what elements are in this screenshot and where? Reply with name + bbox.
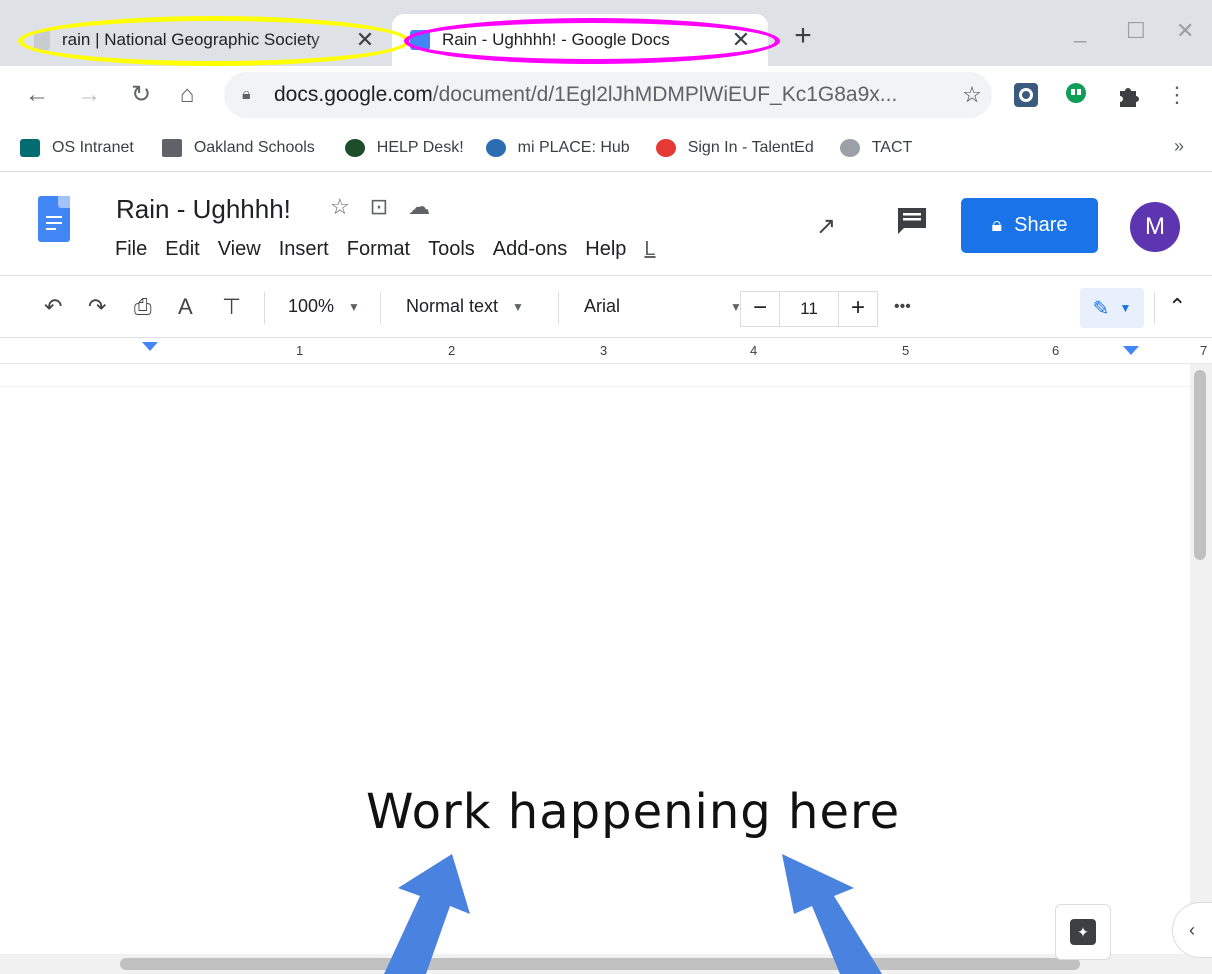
arrow-up-right-icon — [782, 854, 882, 974]
cloud-saved-icon[interactable]: ☁︎ — [408, 194, 430, 220]
explore-icon: ✦ — [1070, 919, 1096, 945]
docs-header: Rain - Ughhhh! ☆ ⊡ ☁︎ File Edit View Ins… — [0, 172, 1212, 276]
arrow-up-left-icon — [384, 854, 470, 974]
ruler-number: 6 — [1052, 343, 1060, 358]
bookmark-oakland-schools[interactable]: Oakland Schools — [161, 138, 315, 157]
horizontal-scrollbar[interactable] — [0, 954, 1190, 974]
extension-screencast-icon[interactable] — [1012, 81, 1040, 109]
forward-icon[interactable]: → — [72, 78, 106, 112]
tab-title: rain | National Geographic Society — [62, 30, 320, 49]
miplace-icon — [485, 138, 506, 157]
bookmark-star-icon[interactable]: ☆ — [952, 82, 992, 108]
ruler-number: 1 — [296, 343, 304, 358]
folder-icon — [161, 138, 182, 157]
spellcheck-icon[interactable]: A — [178, 294, 193, 320]
natgeo-favicon-icon — [34, 30, 50, 50]
redo-icon[interactable]: ↷ — [88, 294, 106, 320]
bookmark-mi-place-hub[interactable]: mi PLACE: Hub — [485, 138, 630, 157]
ruler-number: 3 — [600, 343, 608, 358]
zoom-select[interactable]: 100% ▼ — [288, 296, 360, 317]
tact-icon — [839, 138, 860, 157]
paint-format-icon[interactable]: ⊤ — [222, 294, 241, 320]
close-tab-icon[interactable]: ✕ — [728, 27, 754, 53]
bookmark-talented[interactable]: Sign In - TalentEd — [655, 138, 814, 157]
menu-bar: File Edit View Insert Format Tools Add-o… — [115, 238, 656, 261]
helpdesk-icon — [344, 138, 365, 157]
tab-national-geographic[interactable]: rain | National Geographic Society ✕ — [20, 14, 392, 66]
star-icon[interactable]: ☆ — [330, 194, 350, 220]
print-icon[interactable]: ⎙ — [134, 294, 152, 320]
tab-google-docs[interactable]: Rain - Ughhhh! - Google Docs ✕ — [392, 14, 768, 66]
menu-file[interactable]: File — [115, 238, 147, 261]
activity-trend-icon[interactable]: ↗ — [816, 212, 836, 241]
bookmark-os-intranet[interactable]: OS Intranet — [20, 138, 134, 157]
document-canvas[interactable] — [0, 364, 1190, 974]
annotation-label: Work happening here — [366, 784, 901, 840]
ruler-number: 7 — [1200, 343, 1208, 358]
move-to-folder-icon[interactable]: ⊡ — [370, 194, 388, 220]
share-button[interactable]: 🔒︎ Share — [961, 198, 1098, 253]
address-bar[interactable]: 🔒︎ docs.google.com/document/d/1Egl2lJhMD… — [224, 72, 992, 118]
extension-hangouts-icon[interactable] — [1062, 81, 1090, 109]
reload-icon[interactable]: ↻ — [124, 78, 158, 112]
menu-add-ons[interactable]: Add-ons — [493, 238, 568, 261]
editing-mode-button[interactable]: ✎ ▼ — [1080, 288, 1144, 328]
collapse-menus-icon[interactable]: ⌃ — [1168, 294, 1186, 320]
comments-icon[interactable] — [896, 206, 928, 236]
ruler-number: 5 — [902, 343, 910, 358]
menu-insert[interactable]: Insert — [279, 238, 329, 261]
chevron-down-icon: ▼ — [1119, 301, 1132, 315]
document-title[interactable]: Rain - Ughhhh! — [116, 194, 291, 225]
menu-edit[interactable]: Edit — [165, 238, 199, 261]
increase-font-size-button[interactable]: + — [838, 291, 878, 327]
lock-icon: 🔒︎ — [242, 86, 251, 103]
avatar[interactable]: M — [1130, 202, 1180, 252]
menu-view[interactable]: View — [218, 238, 261, 261]
minimize-icon[interactable]: _ — [1074, 18, 1086, 44]
vertical-scrollbar[interactable] — [1190, 364, 1212, 974]
right-indent-marker[interactable] — [1123, 346, 1139, 355]
chevron-down-icon: ▼ — [348, 300, 360, 314]
chevron-down-icon: ▼ — [512, 300, 524, 314]
menu-tools[interactable]: Tools — [428, 238, 475, 261]
font-select[interactable]: Arial ▼ — [584, 296, 742, 317]
tab-title: Rain - Ughhhh! - Google Docs — [442, 30, 670, 49]
last-edit-link[interactable]: L — [644, 238, 655, 261]
bookmark-help-desk[interactable]: HELP Desk! — [344, 138, 464, 157]
bookmark-tact[interactable]: TACT — [839, 138, 912, 157]
lock-icon: 🔒︎ — [991, 214, 1003, 236]
undo-icon[interactable]: ↶ — [44, 294, 62, 320]
home-icon[interactable]: ⌂ — [170, 78, 204, 112]
more-options-icon[interactable]: ••• — [894, 298, 911, 316]
docs-favicon-icon — [410, 30, 430, 50]
font-size-input[interactable]: 11 — [779, 291, 839, 327]
bookmarks-overflow-icon[interactable]: » — [1174, 136, 1184, 157]
menu-help[interactable]: Help — [585, 238, 626, 261]
browser-menu-icon[interactable]: ⋮ — [1160, 78, 1194, 112]
decrease-font-size-button[interactable]: − — [740, 291, 780, 327]
talented-icon — [655, 138, 676, 157]
new-tab-button[interactable]: + — [786, 20, 820, 54]
tab-strip: rain | National Geographic Society ✕ Rai… — [0, 0, 1212, 66]
explore-button[interactable]: ✦ — [1055, 904, 1111, 960]
google-docs-logo-icon[interactable] — [38, 196, 70, 242]
paragraph-style-select[interactable]: Normal text ▼ — [406, 296, 524, 317]
ruler: 1 2 3 4 5 6 7 — [0, 338, 1212, 364]
sharepoint-icon — [20, 138, 40, 157]
close-tab-icon[interactable]: ✕ — [352, 27, 378, 53]
left-indent-marker[interactable] — [142, 342, 158, 351]
url-text[interactable]: docs.google.com/document/d/1Egl2lJhMDMPl… — [274, 83, 952, 107]
browser-toolbar: ← → ↻ ⌂ 🔒︎ docs.google.com/document/d/1E… — [0, 66, 1212, 124]
pencil-icon: ✎ — [1092, 297, 1110, 320]
close-window-icon[interactable]: ✕ — [1176, 18, 1194, 44]
menu-format[interactable]: Format — [347, 238, 410, 261]
extensions-puzzle-icon[interactable] — [1114, 81, 1142, 109]
ruler-number: 2 — [448, 343, 456, 358]
browser-window: rain | National Geographic Society ✕ Rai… — [0, 0, 1212, 974]
bookmarks-bar: OS Intranet Oakland Schools HELP Desk! m… — [0, 124, 1212, 172]
editing-toolbar: ↶ ↷ ⎙ A ⊤ 100% ▼ Normal text ▼ Arial ▼ − 11… — [0, 276, 1212, 338]
back-icon[interactable]: ← — [20, 78, 54, 112]
maximize-icon[interactable]: ☐ — [1126, 18, 1146, 44]
ruler-number: 4 — [750, 343, 758, 358]
